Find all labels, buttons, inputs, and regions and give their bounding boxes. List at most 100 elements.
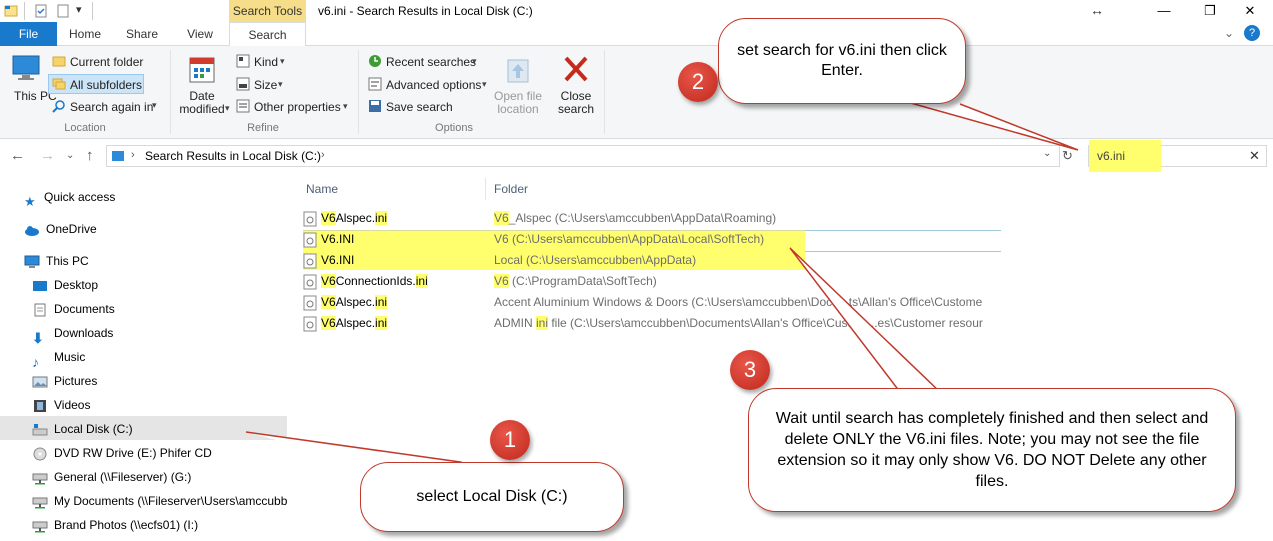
folder-path: _Alspec (C:\Users\amccubben\AppData\Roam… (508, 211, 777, 225)
nav-item-dvd-drive[interactable]: DVD RW Drive (E:) Phifer CD (32, 442, 212, 464)
qat-divider (92, 2, 93, 20)
nav-label: Downloads (54, 326, 114, 340)
network-drive-icon (32, 473, 48, 485)
nav-item-downloads[interactable]: ⬇ Downloads (32, 322, 114, 346)
qat-dropdown-icon[interactable]: ▾ (76, 3, 82, 16)
file-name-prefix: V6 (321, 253, 336, 267)
ini-file-icon (303, 316, 317, 332)
nav-item-documents[interactable]: Documents (32, 298, 115, 320)
nav-label: OneDrive (46, 222, 97, 236)
clear-search-icon[interactable]: ✕ (1249, 148, 1260, 164)
address-bar[interactable]: › Search Results in Local Disk (C:) › ⌄ (106, 145, 1060, 167)
chevron-down-icon: ▾ (280, 56, 285, 66)
minimize-button[interactable]: — (1141, 0, 1187, 22)
refresh-icon[interactable]: ↻ (1062, 148, 1073, 164)
tab-home[interactable]: Home (57, 22, 113, 46)
other-properties-button[interactable]: Other properties (254, 100, 341, 114)
size-icon (236, 77, 250, 91)
folder-path: Local (C:\Users\amccubben\AppData) (494, 253, 697, 267)
tab-file[interactable]: File (0, 22, 57, 46)
current-folder-button[interactable]: Current folder (70, 55, 143, 69)
kind-button[interactable]: Kind (254, 55, 278, 69)
column-divider (485, 178, 486, 200)
pictures-icon (32, 376, 48, 388)
ribbon-expand-icon[interactable]: ⌄ (1224, 26, 1234, 40)
window-title: v6.ini - Search Results in Local Disk (C… (318, 4, 533, 18)
help-icon[interactable]: ? (1244, 25, 1260, 41)
table-row[interactable]: V6Alspec.ini (303, 208, 388, 229)
this-pc-button[interactable]: This PC (14, 90, 57, 103)
close-search-icon (564, 56, 588, 82)
recent-locations-icon[interactable]: ⌄ (66, 150, 74, 161)
new-folder-icon[interactable] (56, 4, 70, 18)
breadcrumb-chevron-icon[interactable]: › (321, 149, 325, 161)
recent-searches-icon (369, 55, 381, 67)
table-row[interactable]: V6ConnectionIds.ini (303, 271, 428, 292)
other-properties-icon (236, 99, 250, 113)
size-button[interactable]: Size (254, 78, 277, 92)
ribbon: This PC Current folder All subfolders Se… (0, 46, 1273, 139)
file-folder-cell: Accent Aluminium Windows & Doors (C:\Use… (494, 292, 1004, 313)
table-row[interactable]: V6.INI (303, 229, 354, 250)
nav-item-general-drive[interactable]: General (\\Fileserver) (G:) (32, 466, 191, 488)
table-row[interactable]: V6Alspec.ini (303, 292, 388, 313)
all-subfolders-button[interactable]: All subfolders (70, 78, 142, 92)
nav-item-local-disk[interactable]: Local Disk (C:) (32, 418, 133, 440)
nav-label: Brand Photos (\\ecfs01) (I:) (54, 518, 199, 532)
save-search-button[interactable]: Save search (386, 100, 453, 114)
location-group-label: Location (64, 122, 106, 134)
file-name-prefix: V6 (321, 316, 336, 330)
forward-arrow-icon[interactable]: → (40, 147, 55, 164)
cloud-icon (25, 225, 39, 236)
nav-label: Videos (54, 398, 91, 412)
search-again-in-button[interactable]: Search again in (70, 100, 153, 114)
nav-item-desktop[interactable]: Desktop (32, 274, 98, 296)
address-dropdown-icon[interactable]: ⌄ (1043, 148, 1051, 159)
file-folder-cell: Local (C:\Users\amccubben\AppData) (494, 250, 696, 271)
search-box[interactable]: v6.ini ✕ (1088, 140, 1267, 173)
close-window-button[interactable]: ✕ (1227, 0, 1273, 22)
up-arrow-icon[interactable]: ↑ (86, 147, 94, 164)
tab-search[interactable]: Search (229, 22, 306, 47)
drive-icon (32, 423, 48, 436)
tab-share[interactable]: Share (113, 22, 171, 46)
nav-item-my-documents-drive[interactable]: My Documents (\\Fileserver\Users\amccubb (32, 490, 287, 512)
nav-item-this-pc[interactable]: This PC (24, 250, 89, 272)
column-header-name[interactable]: Name (306, 182, 338, 196)
nav-item-quick-access[interactable]: ★ Quick access (24, 186, 115, 209)
ini-file-icon (303, 295, 317, 311)
folder-icon (52, 56, 66, 67)
file-folder-cell: V6 (C:\ProgramData\SoftTech) (494, 271, 657, 292)
advanced-options-button[interactable]: Advanced options (386, 78, 481, 92)
folder-path: (C:\ProgramData\SoftTech) (508, 274, 657, 288)
nav-item-pictures[interactable]: Pictures (32, 370, 97, 392)
folder-path: file (C:\Users\amccubben\Documents\Allan… (548, 316, 983, 330)
table-row[interactable]: V6Alspec.ini (303, 313, 388, 334)
options-group-label: Options (435, 122, 473, 134)
table-row[interactable]: V6.INI (303, 250, 354, 271)
callout-3-text: Wait until search has completely finishe… (775, 410, 1209, 490)
address-row: ← → ⌄ ↑ › Search Results in Local Disk (… (0, 140, 1273, 173)
save-icon (369, 100, 381, 112)
tab-view[interactable]: View (171, 22, 229, 46)
nav-label: Music (54, 350, 86, 364)
nav-item-onedrive[interactable]: OneDrive (24, 218, 97, 240)
date-modified-button[interactable]: Date modified (176, 90, 228, 116)
properties-icon[interactable] (34, 4, 48, 18)
breadcrumb[interactable]: Search Results in Local Disk (C:) (145, 149, 321, 163)
column-header-folder[interactable]: Folder (494, 182, 528, 196)
nav-label: DVD RW Drive (E:) Phifer CD (54, 446, 212, 460)
title-bar: ▾ Search Tools v6.ini - Search Results i… (0, 0, 1273, 22)
nav-label: Pictures (54, 374, 98, 388)
search-input[interactable]: v6.ini (1097, 149, 1125, 163)
nav-item-videos[interactable]: Videos (32, 394, 90, 416)
nav-item-brand-photos-drive[interactable]: Brand Photos (\\ecfs01) (I:) (32, 514, 198, 536)
close-search-button[interactable]: Close search (554, 90, 598, 116)
open-file-location-button[interactable]: Open file location (490, 90, 546, 116)
recent-searches-button[interactable]: Recent searches (386, 55, 476, 69)
ribbon-separator (358, 50, 359, 134)
nav-item-music[interactable]: ♪ Music (32, 346, 86, 370)
dvd-icon (33, 447, 47, 461)
qat-divider (24, 2, 25, 20)
back-arrow-icon[interactable]: ← (10, 147, 25, 164)
